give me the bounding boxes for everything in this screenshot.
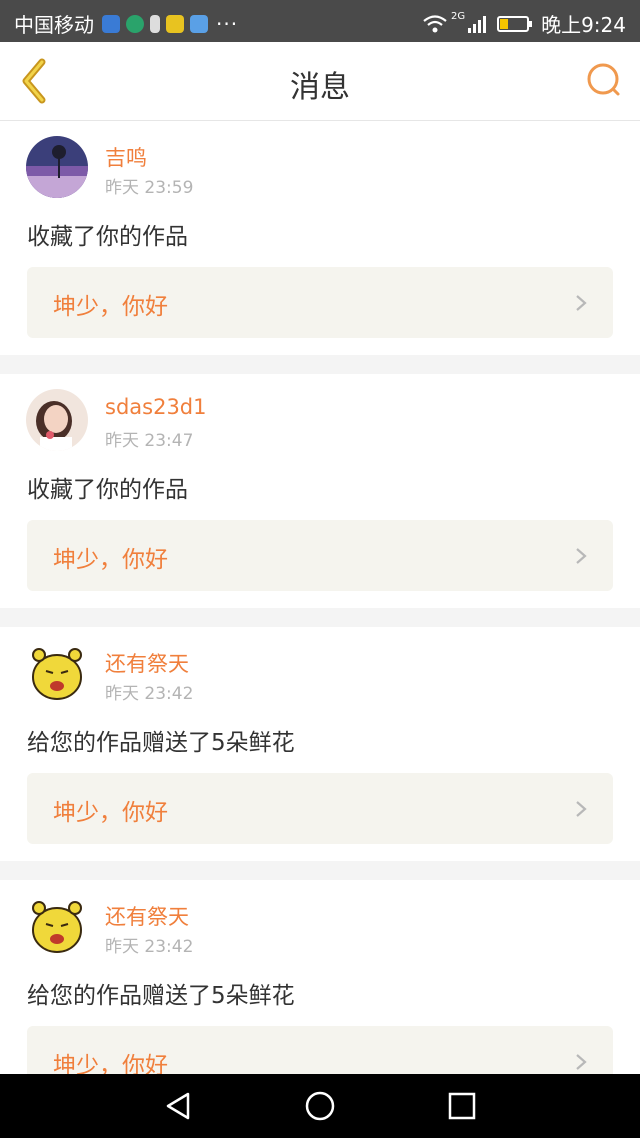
message-text: 收藏了你的作品 bbox=[27, 477, 188, 503]
reply-text: 坤少，你好 bbox=[53, 294, 168, 320]
avatar[interactable] bbox=[26, 389, 88, 451]
signal-icon bbox=[468, 15, 487, 33]
reply-row[interactable]: 坤少，你好 bbox=[27, 773, 613, 844]
carrier-label: 中国移动 bbox=[14, 13, 94, 37]
nav-back-icon[interactable] bbox=[162, 1090, 194, 1122]
message-text: 给您的作品赠送了5朵鲜花 bbox=[27, 730, 295, 756]
app-bar: 消息 bbox=[0, 42, 640, 121]
photo-app-icon bbox=[190, 14, 208, 33]
avatar[interactable] bbox=[26, 642, 88, 704]
page-title: 消息 bbox=[290, 70, 350, 105]
status-bar: 中国移动 ··· 2G 晚上9:24 bbox=[0, 0, 640, 42]
avatar[interactable] bbox=[26, 895, 88, 957]
browser-app-icon bbox=[126, 14, 144, 33]
battery-app-icon bbox=[150, 14, 160, 33]
reply-text: 坤少，你好 bbox=[53, 547, 168, 573]
reply-row[interactable]: 坤少，你好 bbox=[27, 1026, 613, 1074]
network-type-label: 2G bbox=[450, 11, 466, 22]
chevron-right-icon bbox=[576, 801, 587, 817]
paw-app-icon bbox=[102, 14, 120, 33]
clock: 晚上9:24 bbox=[541, 13, 626, 37]
message-card: 还有祭天 昨天 23:42 给您的作品赠送了5朵鲜花 坤少，你好 bbox=[0, 880, 640, 1074]
reply-text: 坤少，你好 bbox=[53, 1053, 168, 1074]
user-name[interactable]: 还有祭天 bbox=[105, 901, 189, 931]
user-name[interactable]: sdas23d1 bbox=[105, 395, 207, 419]
message-list: 吉鸣 昨天 23:59 收藏了你的作品 坤少，你好 sdas23d1 昨天 23… bbox=[0, 121, 640, 1074]
divider bbox=[0, 355, 640, 374]
user-name[interactable]: 还有祭天 bbox=[105, 648, 189, 678]
user-name[interactable]: 吉鸣 bbox=[105, 142, 147, 172]
message-card: 吉鸣 昨天 23:59 收藏了你的作品 坤少，你好 bbox=[0, 121, 640, 355]
nav-recents-icon[interactable] bbox=[446, 1090, 478, 1122]
search-icon[interactable] bbox=[584, 60, 624, 100]
chevron-right-icon bbox=[576, 1054, 587, 1070]
divider bbox=[0, 861, 640, 880]
chevron-right-icon bbox=[576, 548, 587, 564]
reply-text: 坤少，你好 bbox=[53, 800, 168, 826]
reply-row[interactable]: 坤少，你好 bbox=[27, 520, 613, 591]
message-time: 昨天 23:59 bbox=[105, 178, 194, 198]
message-time: 昨天 23:42 bbox=[105, 937, 194, 957]
nav-home-icon[interactable] bbox=[304, 1090, 336, 1122]
message-time: 昨天 23:47 bbox=[105, 431, 194, 451]
avatar[interactable] bbox=[26, 136, 88, 198]
chevron-right-icon bbox=[576, 295, 587, 311]
game-app-icon bbox=[166, 14, 184, 33]
more-notifications-icon: ··· bbox=[216, 11, 239, 36]
wifi-icon bbox=[423, 14, 447, 32]
divider bbox=[0, 608, 640, 627]
message-text: 收藏了你的作品 bbox=[27, 224, 188, 250]
message-text: 给您的作品赠送了5朵鲜花 bbox=[27, 983, 295, 1009]
battery-icon bbox=[497, 15, 533, 32]
message-card: sdas23d1 昨天 23:47 收藏了你的作品 坤少，你好 bbox=[0, 374, 640, 608]
message-time: 昨天 23:42 bbox=[105, 684, 194, 704]
reply-row[interactable]: 坤少，你好 bbox=[27, 267, 613, 338]
system-nav-bar bbox=[0, 1074, 640, 1138]
message-card: 还有祭天 昨天 23:42 给您的作品赠送了5朵鲜花 坤少，你好 bbox=[0, 627, 640, 861]
